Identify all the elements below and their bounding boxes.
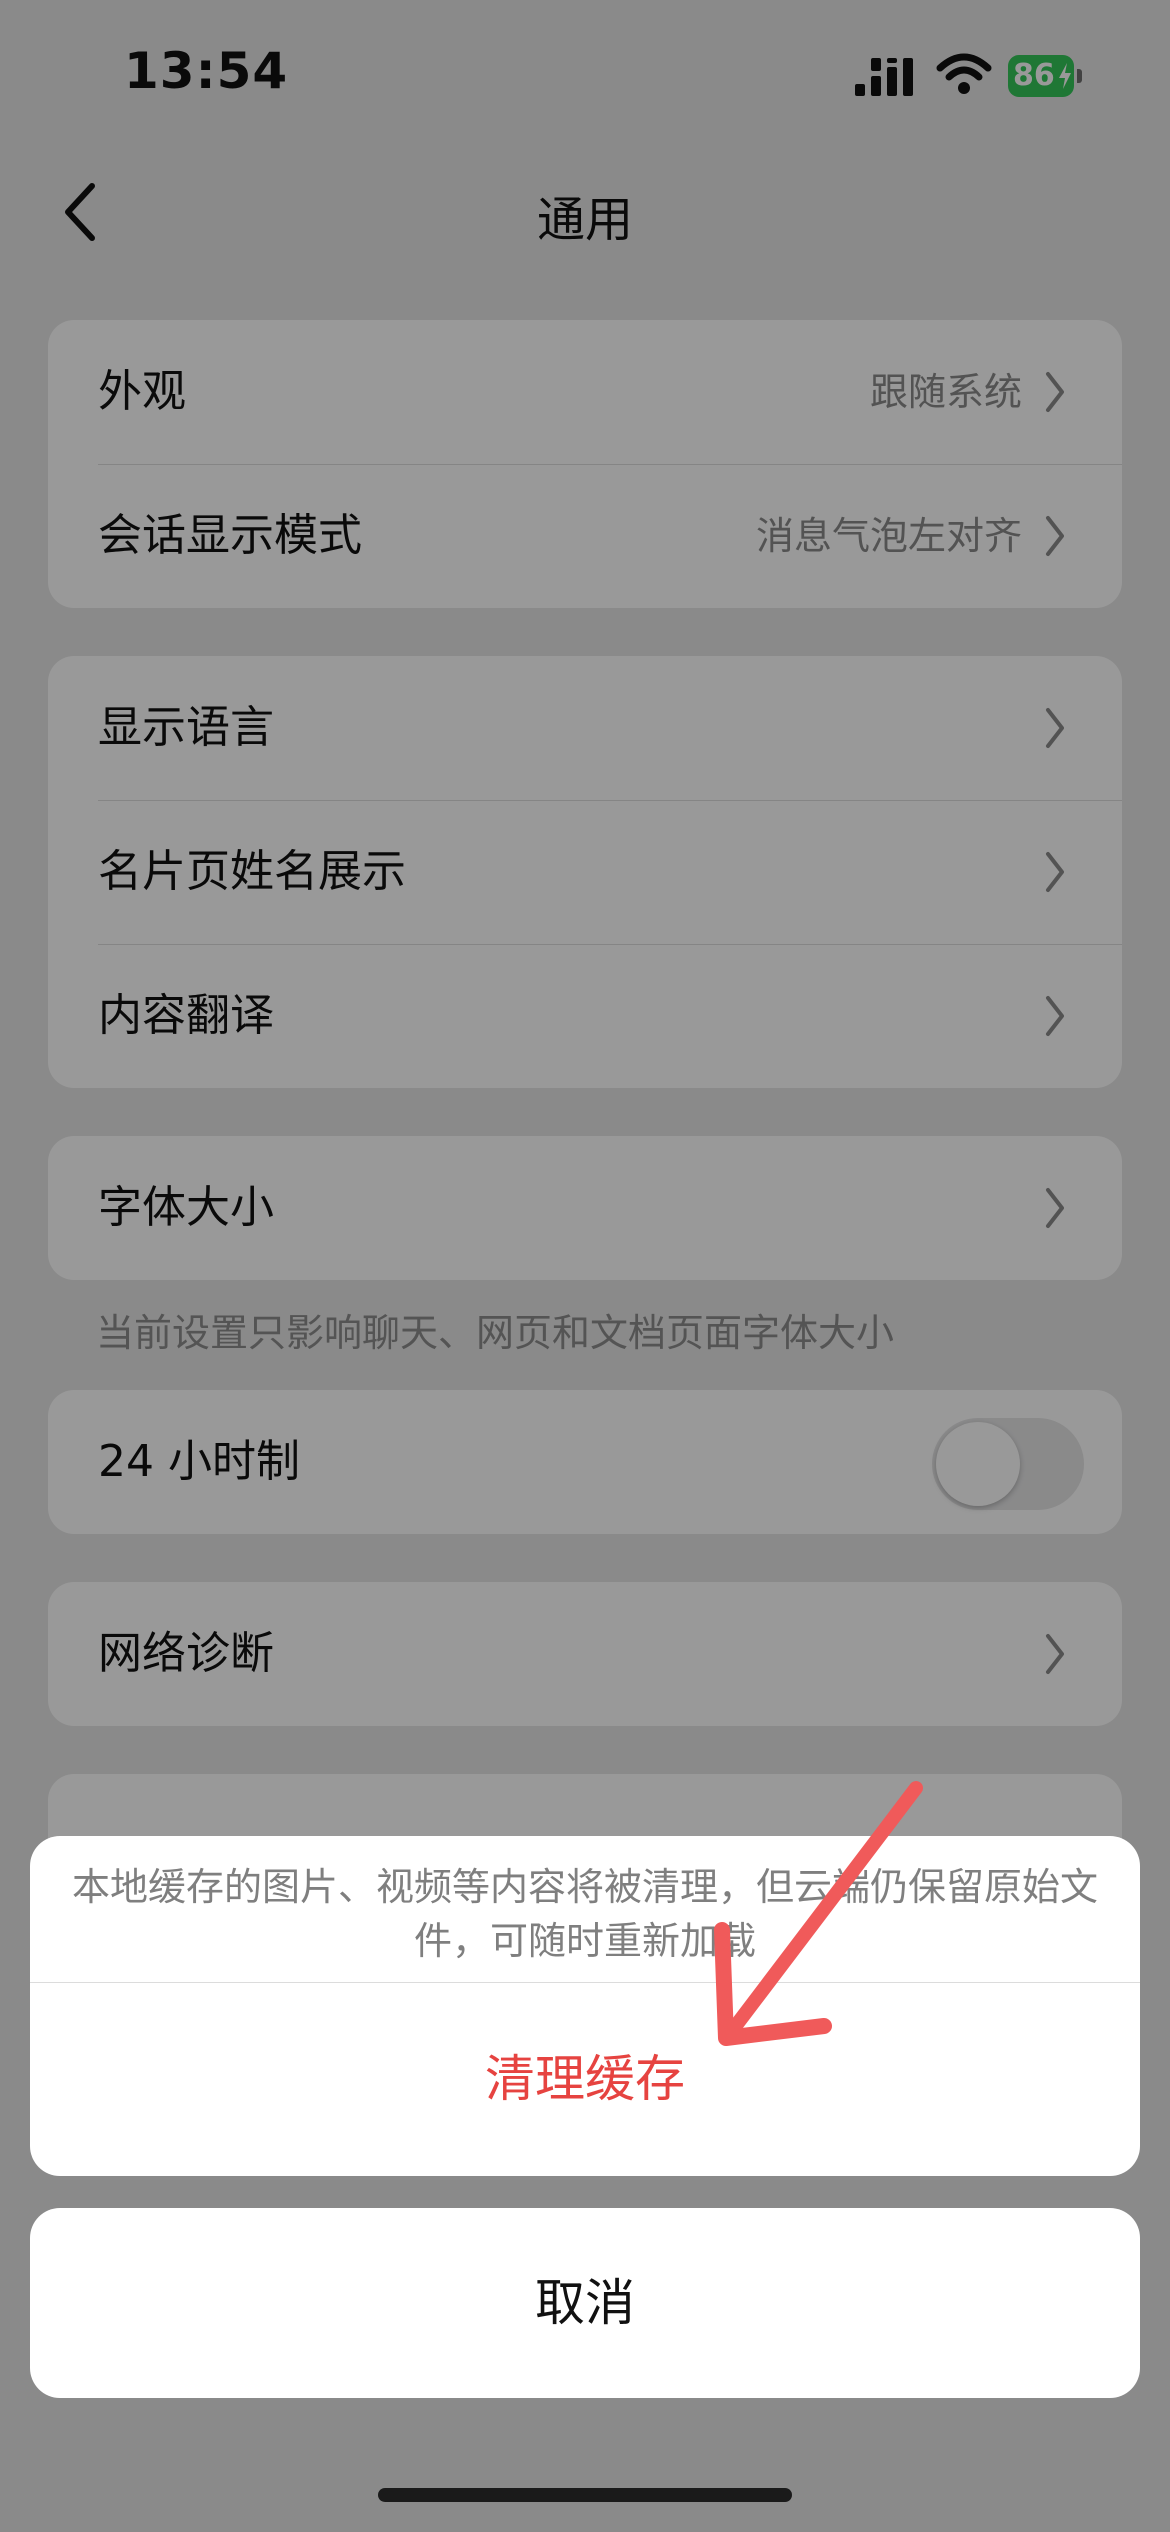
clear-cache-button[interactable]: 清理缓存: [30, 1983, 1140, 2176]
action-sheet-message: 本地缓存的图片、视频等内容将被清理，但云端仍保留原始文件，可随时重新加载: [71, 1865, 1098, 1963]
annotation-arrow-icon: [714, 1781, 923, 2046]
action-sheet: 本地缓存的图片、视频等内容将被清理，但云端仍保留原始文件，可随时重新加载 清理缓…: [30, 1836, 1140, 2176]
cancel-button[interactable]: 取消: [30, 2208, 1140, 2398]
home-indicator[interactable]: [378, 2488, 792, 2502]
